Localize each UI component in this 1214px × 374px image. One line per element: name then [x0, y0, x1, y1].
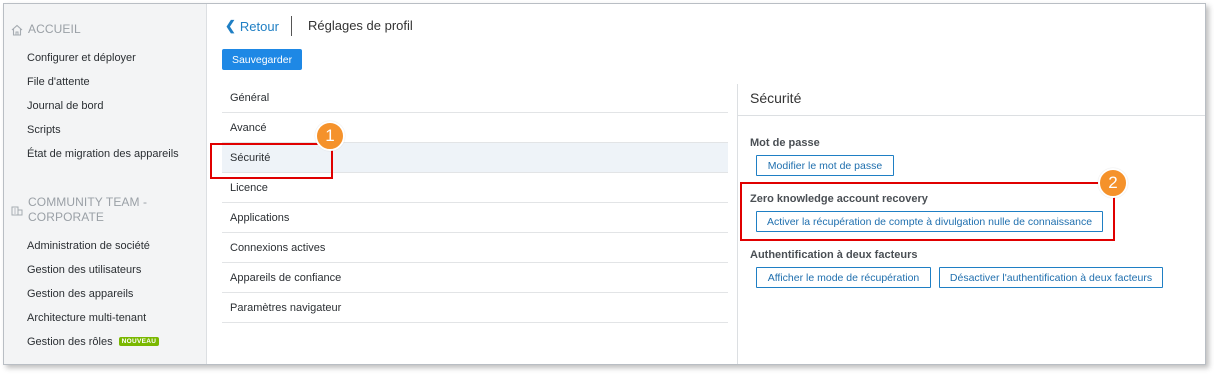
- sidebar-section-title-line1: COMMUNITY TEAM -: [28, 195, 148, 209]
- sidebar-item-appareils[interactable]: Gestion des appareils: [27, 288, 133, 300]
- new-badge: NOUVEAU: [118, 337, 160, 346]
- sidebar-section-accueil[interactable]: ACCUEIL: [10, 22, 81, 37]
- highlight-box-security: [210, 143, 333, 179]
- sidebar-section-title: ACCUEIL: [28, 22, 81, 36]
- change-password-button[interactable]: Modifier le mot de passe: [756, 155, 894, 176]
- show-recovery-button[interactable]: Afficher le mode de récupération: [756, 267, 931, 288]
- sidebar-item-configurer[interactable]: Configurer et déployer: [27, 52, 136, 64]
- highlight-box-zk: [740, 182, 1115, 241]
- security-title: Sécurité: [750, 90, 802, 106]
- home-icon: [11, 24, 23, 36]
- callout-2: 2: [1098, 168, 1128, 198]
- sidebar: ACCUEIL Configurer et déployer File d'at…: [4, 4, 207, 364]
- chevron-left-icon: ❮: [225, 18, 236, 33]
- password-label: Mot de passe: [750, 137, 820, 149]
- app-window: ACCUEIL Configurer et déployer File d'at…: [3, 3, 1206, 365]
- menu-item-connexions[interactable]: Connexions actives: [222, 233, 728, 263]
- menu-item-navigateur[interactable]: Paramètres navigateur: [222, 293, 728, 323]
- menu-item-appareils-confiance[interactable]: Appareils de confiance: [222, 263, 728, 293]
- sidebar-item-file-attente[interactable]: File d'attente: [27, 76, 90, 88]
- sidebar-section-title-line2: CORPORATE: [28, 210, 105, 224]
- back-label: Retour: [239, 18, 279, 34]
- sidebar-item-utilisateurs[interactable]: Gestion des utilisateurs: [27, 264, 141, 276]
- menu-item-avance[interactable]: Avancé: [222, 113, 728, 143]
- sidebar-item-administration[interactable]: Administration de société: [27, 240, 150, 252]
- panel-title-rule: [738, 115, 1205, 116]
- page-title: Réglages de profil: [308, 18, 413, 33]
- callout-1: 1: [315, 121, 345, 151]
- disable-2fa-button[interactable]: Désactiver l'authentification à deux fac…: [939, 267, 1163, 288]
- save-button[interactable]: Sauvegarder: [222, 49, 302, 70]
- back-link[interactable]: ❮ Retour: [225, 18, 279, 34]
- sidebar-section-community[interactable]: COMMUNITY TEAM - CORPORATE: [10, 195, 147, 225]
- sidebar-item-journal[interactable]: Journal de bord: [27, 100, 103, 112]
- sidebar-item-multi-tenant[interactable]: Architecture multi-tenant: [27, 312, 146, 324]
- panel-divider: [737, 84, 738, 364]
- menu-item-general[interactable]: Général: [222, 83, 728, 113]
- menu-item-applications[interactable]: Applications: [222, 203, 728, 233]
- sidebar-item-scripts[interactable]: Scripts: [27, 124, 61, 136]
- sidebar-item-label: Gestion des rôles: [27, 336, 113, 348]
- sidebar-item-roles[interactable]: Gestion des rôles NOUVEAU: [27, 336, 160, 348]
- sidebar-item-migration[interactable]: État de migration des appareils: [27, 148, 179, 160]
- header-divider: [291, 16, 292, 36]
- building-icon: [11, 206, 23, 216]
- twofa-label: Authentification à deux facteurs: [750, 249, 918, 261]
